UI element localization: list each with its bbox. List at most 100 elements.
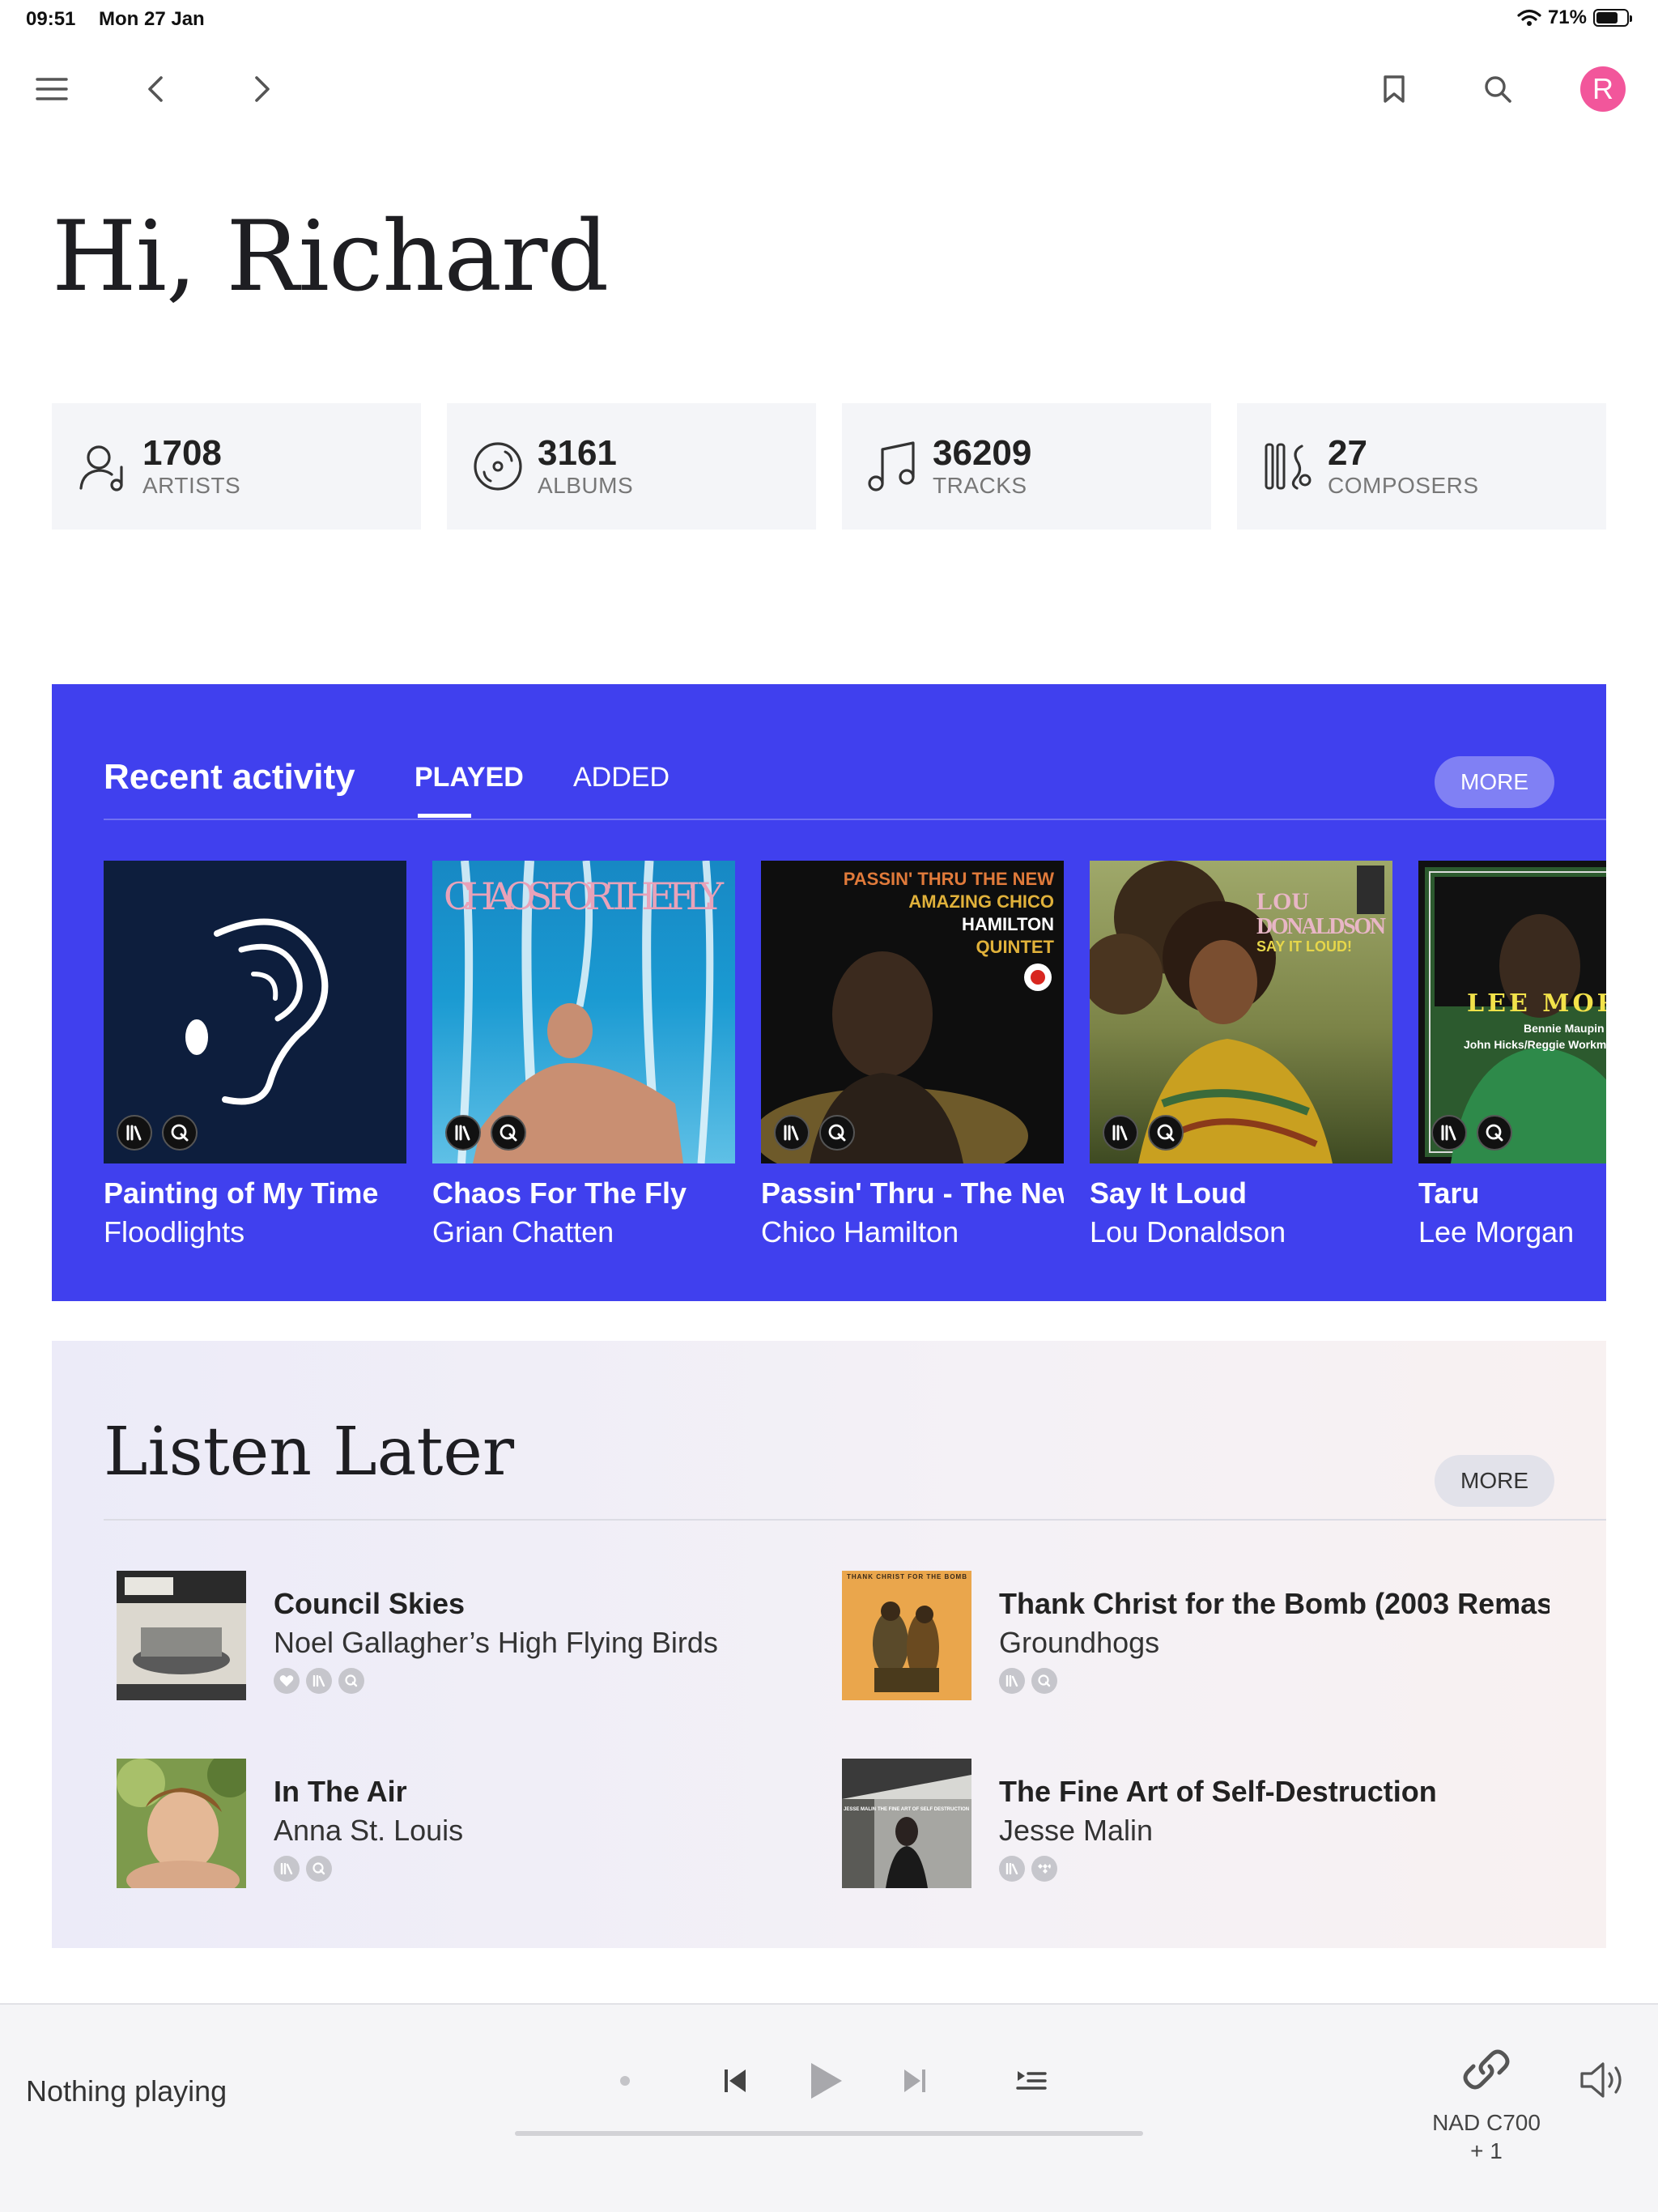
album-thumbnail [117, 1571, 246, 1700]
album-artist[interactable]: Chico Hamilton [761, 1215, 1064, 1249]
album-artist[interactable]: Floodlights [104, 1215, 406, 1249]
album-thumbnail [117, 1759, 246, 1888]
stat-label: ALBUMS [538, 473, 634, 499]
progress-bar[interactable] [515, 2131, 1143, 2136]
stat-value: 36209 [933, 432, 1032, 473]
play-button[interactable] [797, 2052, 855, 2110]
library-icon [274, 1856, 300, 1882]
stat-composers[interactable]: 27 COMPOSERS [1237, 403, 1606, 530]
zone-name[interactable]: NAD C700 + 1 [1392, 2108, 1580, 2165]
bookmarks-button[interactable] [1362, 57, 1426, 121]
album-title: Taru [1418, 1176, 1480, 1210]
album-artist[interactable]: Grian Chatten [432, 1215, 735, 1249]
listen-later-item[interactable]: Council Skies Noel Gallagher’s High Flyi… [117, 1571, 813, 1700]
zone-button[interactable] [1454, 2039, 1519, 2100]
qobuz-icon [491, 1115, 526, 1151]
listen-later-item[interactable]: In The Air Anna St. Louis [117, 1759, 813, 1888]
status-right: 71% [1517, 6, 1632, 29]
listen-later-more-button[interactable]: MORE [1435, 1455, 1554, 1507]
library-icon [774, 1115, 810, 1151]
stat-label: TRACKS [933, 473, 1027, 499]
next-button[interactable] [891, 2057, 939, 2105]
library-icon [1103, 1115, 1138, 1151]
volume-button[interactable] [1574, 2052, 1635, 2108]
album-card[interactable]: LEE MOR Bennie Maupin John Hicks/Reggie … [1418, 861, 1606, 1249]
album-title: Painting of My Time [104, 1176, 379, 1210]
stat-label: COMPOSERS [1328, 473, 1479, 499]
album-cover: LOU DONALDSON SAY IT LOUD! [1090, 861, 1392, 1163]
cover-text-line: LEE MOR [1467, 989, 1606, 1018]
chevron-right-icon [255, 76, 270, 102]
cover-text-line: PASSIN' THRU THE NEW [844, 869, 1055, 889]
album-card[interactable]: Painting of My Time Floodlights [104, 861, 406, 1249]
skip-previous-icon [725, 2069, 746, 2092]
menu-button[interactable] [19, 57, 84, 121]
link-icon [1463, 2049, 1510, 2090]
library-icon [306, 1668, 332, 1694]
cover-text-line: Bennie Maupin [1524, 1022, 1605, 1035]
album-artist[interactable]: Lee Morgan [1418, 1215, 1606, 1249]
battery-percent: 71% [1547, 6, 1587, 28]
stat-value: 3161 [538, 432, 617, 473]
album-card[interactable]: LOU DONALDSON SAY IT LOUD! Say It Loud L… [1090, 861, 1392, 1249]
cover-title-text: CHAOS FOR THE FLY [444, 874, 725, 918]
album-cover: LEE MOR Bennie Maupin John Hicks/Reggie … [1418, 861, 1606, 1163]
cover-text-line: THE FINE ART OF SELF DESTRUCTION [878, 1807, 969, 1812]
library-icon [445, 1115, 481, 1151]
listen-later-item[interactable]: THANK CHRIST FOR THE BOMB Thank Christ f… [842, 1571, 1550, 1700]
recent-albums-row: Painting of My Time Floodlights CHAOS FO… [104, 861, 1606, 1249]
item-artist[interactable]: Anna St. Louis [274, 1814, 824, 1848]
cover-text-line: HAMILTON [962, 914, 1054, 934]
album-cover: PASSIN' THRU THE NEW AMAZING CHICO HAMIL… [761, 861, 1064, 1163]
artist-icon [79, 445, 123, 491]
shuffle-button[interactable] [609, 2065, 641, 2097]
previous-button[interactable] [711, 2057, 759, 2105]
status-date: Mon 27 Jan [99, 8, 205, 30]
album-card[interactable]: PASSIN' THRU THE NEW AMAZING CHICO HAMIL… [761, 861, 1064, 1249]
now-playing-status: Nothing playing [26, 2074, 227, 2108]
stat-albums[interactable]: 3161 ALBUMS [447, 403, 816, 530]
user-avatar[interactable]: R [1580, 66, 1626, 112]
listen-later-panel: Listen Later MORE Council Skies Noel Gal… [52, 1341, 1606, 1948]
search-icon [1485, 76, 1511, 103]
tab-played[interactable]: PLAYED [414, 762, 524, 793]
album-artist[interactable]: Lou Donaldson [1090, 1215, 1392, 1249]
search-button[interactable] [1465, 57, 1530, 121]
stat-tracks[interactable]: 36209 TRACKS [842, 403, 1211, 530]
queue-button[interactable] [1007, 2057, 1056, 2105]
item-artist[interactable]: Noel Gallagher’s High Flying Birds [274, 1626, 824, 1660]
cover-text-line: John Hicks/Reggie Workman [1464, 1038, 1606, 1051]
item-artist[interactable]: Groundhogs [999, 1626, 1550, 1660]
queue-icon [1016, 2071, 1047, 2090]
status-time: 09:51 [26, 8, 76, 30]
item-artist[interactable]: Jesse Malin [999, 1814, 1550, 1848]
cover-text-line: SAY IT LOUD! [1256, 938, 1352, 955]
cover-text-line: AMAZING CHICO [908, 891, 1054, 912]
library-icon [999, 1856, 1025, 1882]
divider [104, 819, 1606, 820]
cover-text-line: THANK CHRIST FOR THE BOMB [847, 1573, 967, 1580]
recent-more-button[interactable]: MORE [1435, 756, 1554, 808]
qobuz-icon [338, 1668, 364, 1694]
album-card[interactable]: CHAOS FOR THE FLY Chaos For The Fly Gria… [432, 861, 735, 1249]
library-icon [999, 1668, 1025, 1694]
qobuz-icon [162, 1115, 198, 1151]
player-bar: Nothing playing NAD C700 + 1 [0, 2003, 1658, 2212]
library-icon [117, 1115, 152, 1151]
speaker-icon [1580, 2062, 1622, 2098]
item-title: Council Skies [274, 1587, 466, 1620]
track-icon [868, 441, 915, 491]
back-button[interactable] [123, 57, 188, 121]
qobuz-icon [1031, 1668, 1057, 1694]
tab-added[interactable]: ADDED [573, 762, 670, 793]
album-icon [474, 442, 522, 491]
composer-icon [1265, 443, 1312, 490]
item-title: Thank Christ for the Bomb (2003 Remaster… [999, 1587, 1550, 1620]
divider [104, 1519, 1606, 1521]
stat-artists[interactable]: 1708 ARTISTS [52, 403, 421, 530]
top-nav: R [0, 57, 1658, 121]
listen-later-item[interactable]: JESSE MALIN THE FINE ART OF SELF DESTRUC… [842, 1759, 1538, 1888]
forward-button[interactable] [230, 57, 295, 121]
album-cover: CHAOS FOR THE FLY [432, 861, 735, 1163]
item-title: The Fine Art of Self-Destruction [999, 1775, 1437, 1808]
